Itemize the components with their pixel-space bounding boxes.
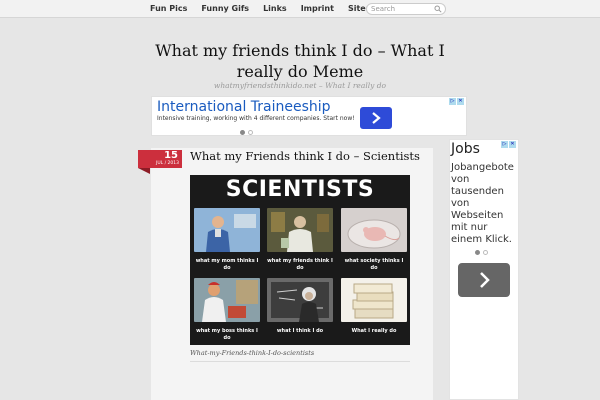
top-advertisement[interactable]: International Traineeship Intensive trai… (151, 96, 467, 136)
panel-image-lab-scientist (267, 208, 333, 252)
meme-panel-mom: what my mom thinks I do (194, 208, 260, 272)
meme-panel-boss: what my boss thinks I do (194, 278, 260, 342)
ad-pager-dot[interactable] (483, 250, 488, 255)
panel-image-paper-stack (341, 278, 407, 322)
search-placeholder: Search (371, 5, 396, 13)
meme-title: SCIENTISTS (225, 177, 375, 202)
sidebar-ad-headline[interactable]: Jobs (451, 141, 480, 157)
ad-info-icon[interactable]: ▷ (449, 98, 456, 105)
date-day: 15 (164, 150, 178, 161)
chevron-right-icon (480, 272, 490, 288)
site-tagline: whatmyfriendsthinkido.net – What I reall… (213, 81, 387, 90)
panel-caption: What I really do (351, 328, 397, 334)
nav-imprint[interactable]: Imprint (301, 0, 334, 18)
post-title[interactable]: What my Friends think I do – Scientists (190, 149, 420, 163)
search-icon[interactable] (434, 5, 442, 13)
meme-panel-really-do: What I really do (341, 278, 407, 335)
search-input[interactable]: Search (366, 3, 446, 15)
panel-image-mad-scientist (194, 278, 260, 322)
ad-info-icon[interactable]: ▷ (501, 141, 508, 148)
top-nav-bar: Fun Pics Funny Gifs Links Imprint Sitema… (0, 0, 600, 18)
ad-choices[interactable]: ▷ ✕ (501, 141, 517, 148)
ad-description: Intensive training, working with 4 diffe… (157, 115, 355, 122)
site-title[interactable]: What my friends think I do – What I real… (130, 40, 470, 82)
date-badge: 15 JUL / 2013 (138, 150, 182, 168)
ad-close-icon[interactable]: ✕ (457, 98, 464, 105)
meme-panel-friends: what my friends think I do (267, 208, 333, 272)
panel-caption: what my friends think I do (267, 258, 333, 271)
panel-image-einstein (267, 278, 333, 322)
ad-pager-dot-active[interactable] (240, 130, 245, 135)
ad-pager-dot[interactable] (248, 130, 253, 135)
ad-headline[interactable]: International Traineeship (157, 99, 367, 115)
panel-caption: what society thinks I do (344, 258, 404, 271)
ad-pager-dot-active[interactable] (475, 250, 480, 255)
sidebar-ad-body: Jobangebote von tausenden von Webseiten … (451, 162, 514, 245)
ad-next-button[interactable] (360, 107, 392, 129)
chevron-right-icon (372, 112, 381, 124)
image-caption: What-my-Friends-think-I-do-scientists (190, 349, 315, 357)
panel-caption: what my mom thinks I do (195, 258, 259, 271)
nav-links[interactable]: Links (263, 0, 287, 18)
panel-image-lab-mouse (341, 208, 407, 252)
meme-panel-i-think: what I think I do (267, 278, 333, 335)
panel-caption: what I think I do (276, 328, 324, 334)
sidebar-advertisement[interactable]: ▷ ✕ Jobs Jobangebote von tausenden von W… (449, 139, 519, 400)
sidebar-ad-next-button[interactable] (458, 263, 510, 297)
ad-close-icon[interactable]: ✕ (509, 141, 516, 148)
sidebar-ad-pager (475, 250, 488, 255)
main-nav: Fun Pics Funny Gifs Links Imprint Sitema… (150, 0, 399, 18)
ad-choices[interactable]: ▷ ✕ (449, 98, 465, 105)
date-badge-fold (138, 168, 150, 174)
date-month: JUL / 2013 (156, 161, 179, 166)
panel-image-scientist-on-tv (194, 208, 260, 252)
meme-panel-society: what society thinks I do (341, 208, 407, 272)
divider (190, 361, 410, 362)
nav-funny-gifs[interactable]: Funny Gifs (201, 0, 249, 18)
panel-caption: what my boss thinks I do (196, 328, 258, 341)
ad-pager (240, 130, 253, 135)
meme-image[interactable]: SCIENTISTS what my mom thinks I do what … (190, 175, 410, 345)
nav-fun-pics[interactable]: Fun Pics (150, 0, 187, 18)
